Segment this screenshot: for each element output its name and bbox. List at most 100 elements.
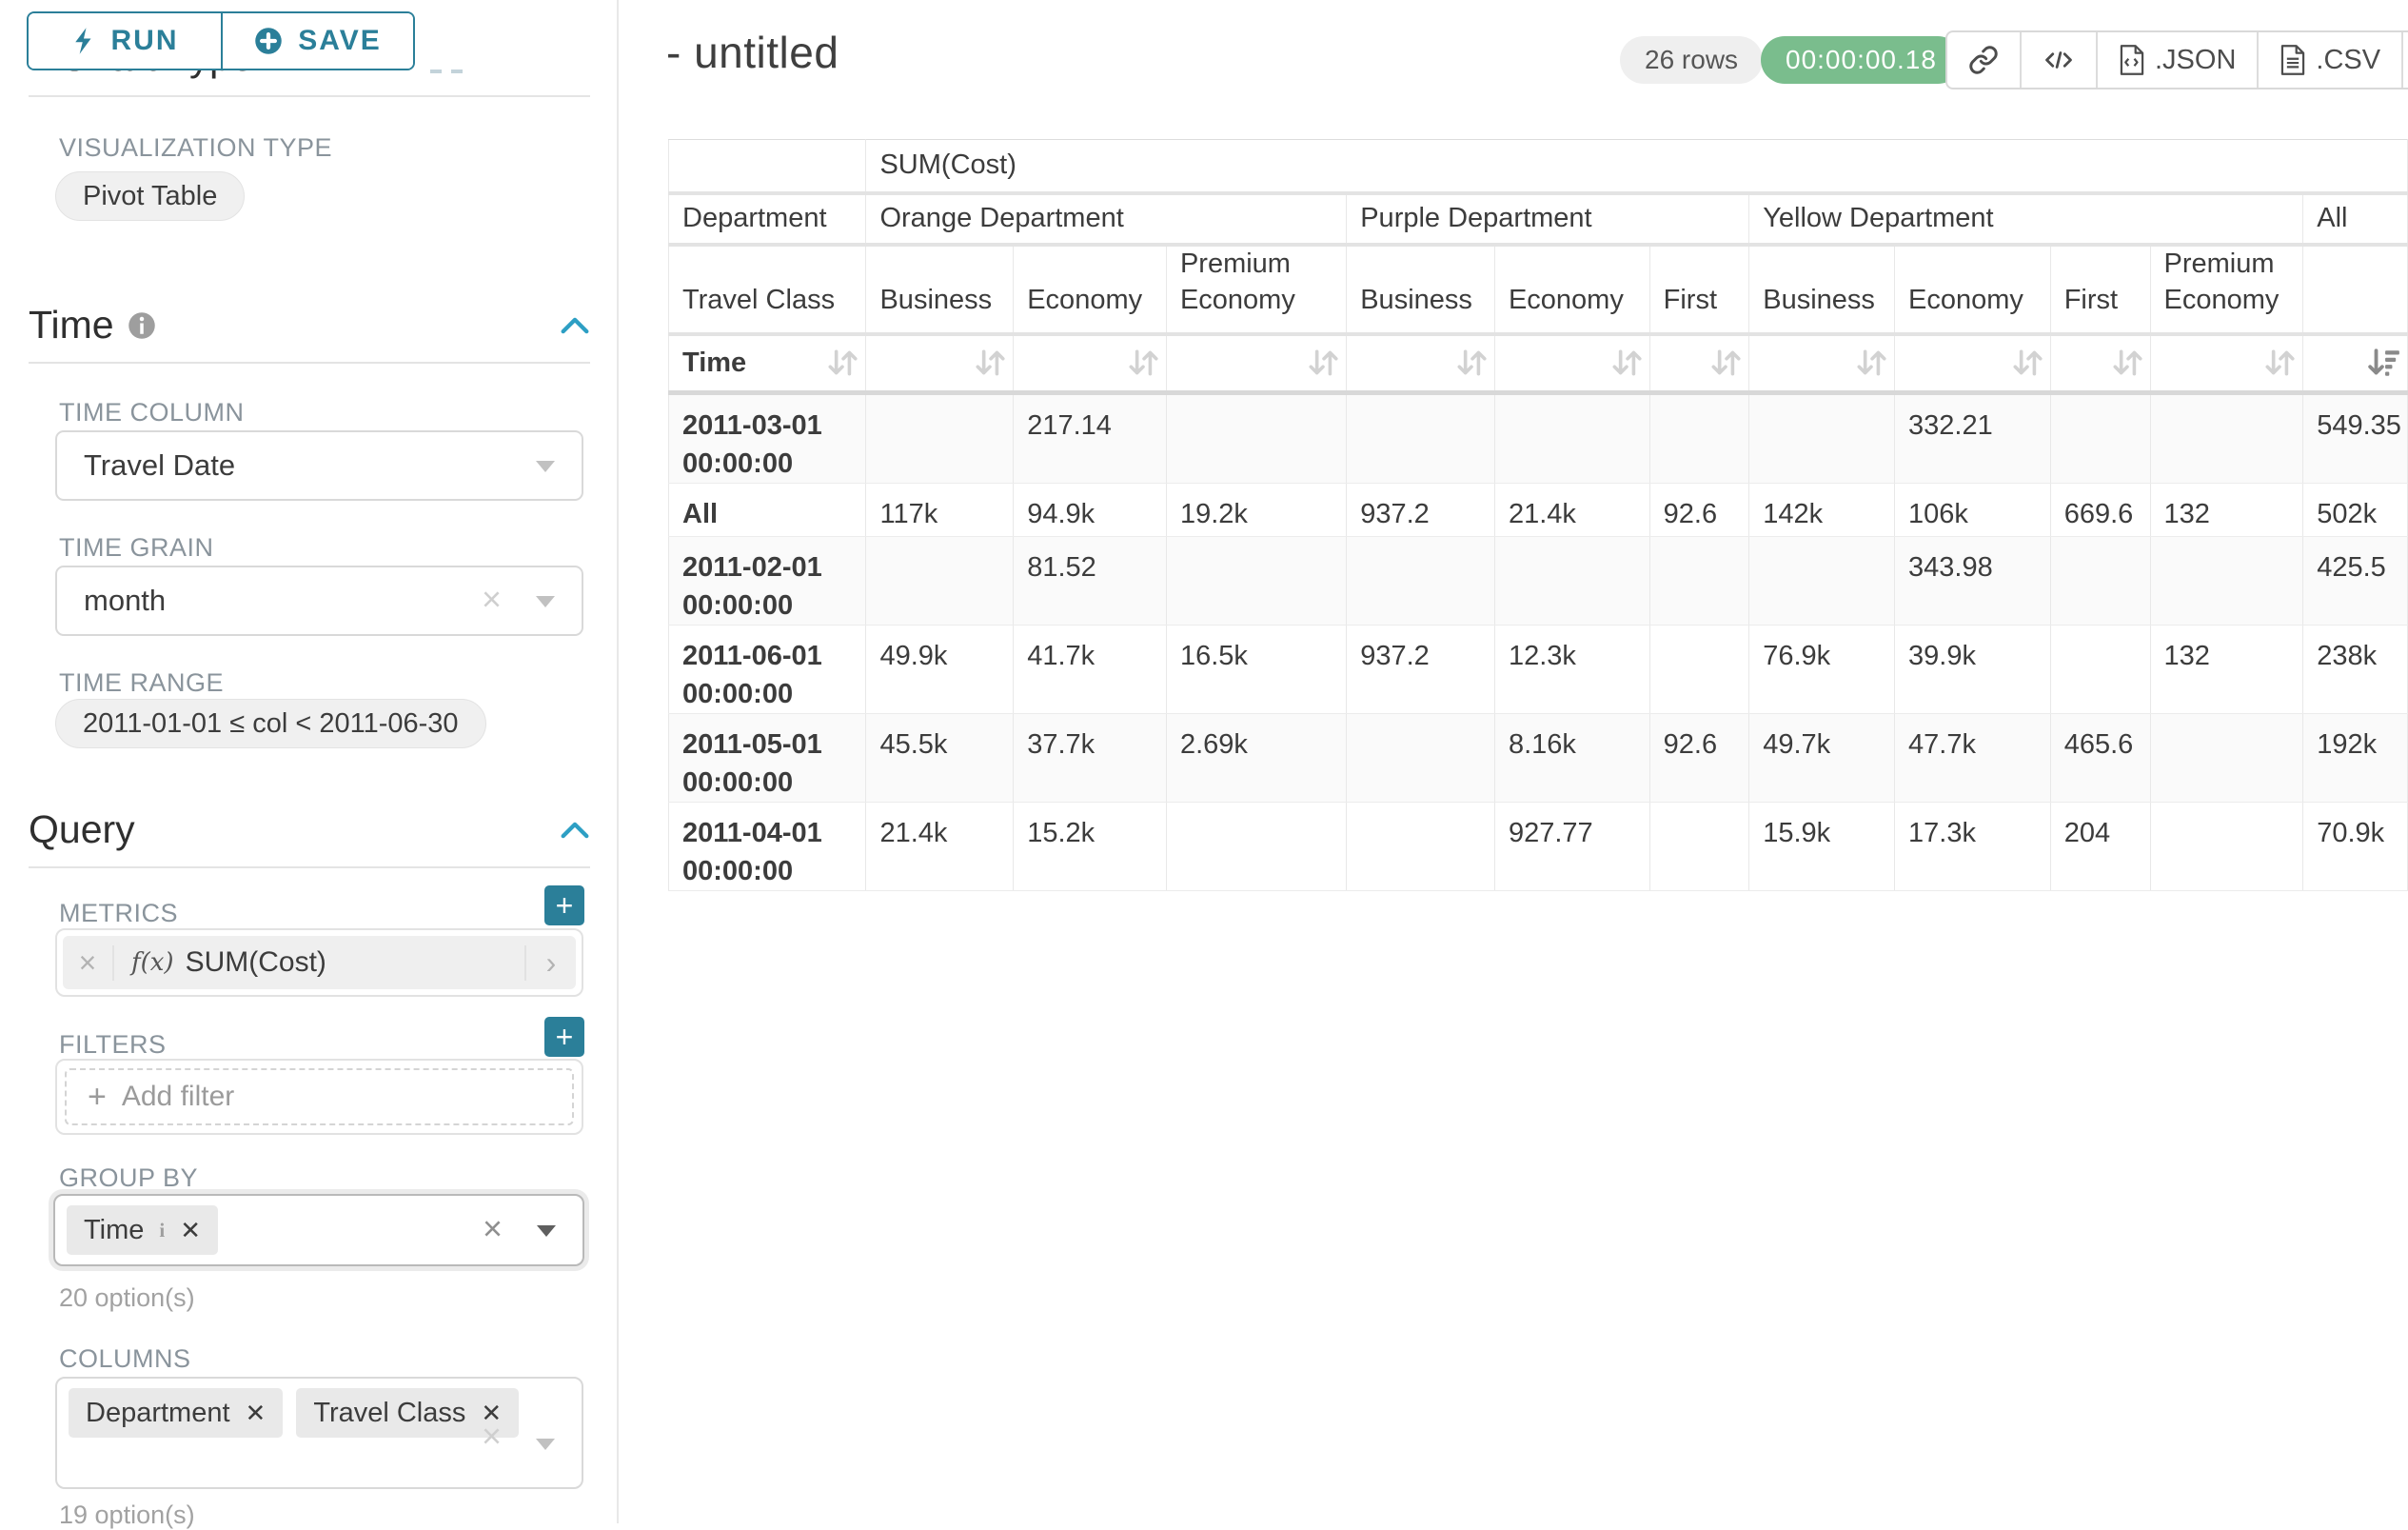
metric-pill[interactable]: × f(x) SUM(Cost) ›	[63, 936, 576, 989]
cell-value: 132	[2150, 626, 2303, 714]
viz-type-pill[interactable]: Pivot Table	[55, 171, 245, 221]
copy-link-button[interactable]	[1947, 32, 2020, 88]
chart-title[interactable]: - untitled	[666, 27, 839, 78]
department-header: Purple Department	[1347, 193, 1749, 245]
cell-value	[866, 537, 1014, 626]
group-by-label: GROUP BY	[59, 1163, 198, 1193]
export-csv-button[interactable]: .CSV	[2257, 32, 2401, 88]
section-divider	[29, 866, 590, 868]
sort-icon[interactable]	[1306, 348, 1340, 378]
cell-value	[1494, 393, 1649, 484]
cell-value: 41.7k	[1014, 626, 1167, 714]
cell-value	[866, 393, 1014, 484]
group-by-select[interactable]: Timei ✕ ×	[53, 1194, 584, 1266]
chip-label: Time	[84, 1215, 144, 1246]
chevron-right-icon[interactable]: ›	[524, 945, 576, 981]
collapse-chevron-icon[interactable]	[560, 316, 590, 335]
cell-value: 549.35	[2303, 393, 2408, 484]
viz-type-label: VISUALIZATION TYPE	[59, 133, 332, 163]
selected-option-chip[interactable]: Department✕	[69, 1388, 283, 1438]
info-icon: i	[159, 1219, 165, 1242]
cell-value	[1347, 803, 1495, 891]
selected-option-chip[interactable]: Timei ✕	[67, 1205, 218, 1255]
cell-value: 70.9k	[2303, 803, 2408, 891]
columns-select[interactable]: Department✕ Travel Class ✕ ×	[55, 1377, 583, 1489]
filters-box: + Add filter	[55, 1059, 583, 1135]
export-json-button[interactable]: .JSON	[2096, 32, 2257, 88]
department-axis-label: Department	[669, 193, 866, 245]
function-icon: f(x)	[131, 948, 174, 977]
cell-value	[1649, 537, 1749, 626]
column-sort-header	[1895, 334, 2051, 393]
cell-value: 92.6	[1649, 484, 1749, 537]
sort-icon[interactable]	[1126, 348, 1160, 378]
cell-value	[1494, 537, 1649, 626]
time-range-pill[interactable]: 2011-01-01 ≤ col < 2011-06-30	[55, 699, 486, 748]
remove-chip-icon[interactable]: ✕	[180, 1216, 201, 1245]
cell-value: 45.5k	[866, 714, 1014, 803]
cell-value: 17.3k	[1895, 803, 2051, 891]
sort-icon[interactable]	[2010, 348, 2044, 378]
section-divider	[29, 362, 590, 364]
add-metric-button[interactable]: +	[544, 885, 584, 925]
sort-icon[interactable]	[1609, 348, 1644, 378]
cell-value	[2150, 537, 2303, 626]
menu-button[interactable]	[2401, 32, 2408, 88]
remove-chip-icon[interactable]: ✕	[246, 1399, 266, 1428]
department-header: Yellow Department	[1749, 193, 2303, 245]
cell-value: 15.9k	[1749, 803, 1895, 891]
query-timer-badge: 00:00:00.18	[1761, 36, 1962, 84]
chip-label: Travel Class	[313, 1398, 465, 1429]
column-sort-header	[1749, 334, 1895, 393]
travel-class-header: Premium Economy	[2150, 245, 2303, 334]
embed-code-button[interactable]	[2020, 32, 2096, 88]
sort-icon[interactable]	[1854, 348, 1888, 378]
cell-value: 19.2k	[1166, 484, 1346, 537]
table-row: 2011-03-01 00:00:00217.14332.21549.35	[669, 393, 2408, 484]
clear-icon[interactable]: ×	[482, 1420, 502, 1454]
travel-class-header: Economy	[1494, 245, 1649, 334]
table-row: 2011-04-01 00:00:0021.4k15.2k927.7715.9k…	[669, 803, 2408, 891]
sort-descending-icon[interactable]	[2367, 348, 2401, 378]
add-filter-button[interactable]: + Add filter	[65, 1068, 574, 1125]
sort-icon[interactable]	[1454, 348, 1489, 378]
add-filter-plus-button[interactable]: +	[544, 1017, 584, 1057]
column-sort-header	[1649, 334, 1749, 393]
cell-value	[2150, 393, 2303, 484]
save-button[interactable]: SAVE	[221, 13, 413, 69]
time-grain-select[interactable]: month ×	[55, 566, 583, 636]
sort-icon[interactable]	[2262, 348, 2297, 378]
table-row: All117k94.9k19.2k937.221.4k92.6142k106k6…	[669, 484, 2408, 537]
export-csv-label: .CSV	[2316, 45, 2380, 76]
column-sort-header	[2150, 334, 2303, 393]
sort-icon[interactable]	[2110, 348, 2144, 378]
cell-value: 425.5	[2303, 537, 2408, 626]
cell-value: 465.6	[2050, 714, 2150, 803]
row-label: 2011-04-01 00:00:00	[669, 803, 866, 891]
chevron-down-icon	[536, 461, 555, 472]
sort-icon[interactable]	[973, 348, 1007, 378]
sort-icon[interactable]	[825, 348, 859, 378]
run-button-label: RUN	[111, 25, 179, 57]
remove-metric-icon[interactable]: ×	[63, 945, 114, 981]
collapse-chevron-icon[interactable]	[560, 821, 590, 840]
row-count-badge: 26 rows	[1620, 36, 1763, 84]
cell-value: 92.6	[1649, 714, 1749, 803]
cell-value: 21.4k	[1494, 484, 1649, 537]
time-column-select[interactable]: Travel Date	[55, 430, 583, 501]
cell-value: 76.9k	[1749, 626, 1895, 714]
cell-value: 16.5k	[1166, 626, 1346, 714]
clear-icon[interactable]: ×	[483, 1212, 503, 1246]
cell-value: 937.2	[1347, 484, 1495, 537]
cell-value: 94.9k	[1014, 484, 1167, 537]
column-sort-header	[2050, 334, 2150, 393]
control-panel: Chart Type RUN SAVE VISUALIZATION TYPE P…	[0, 0, 619, 1523]
travel-class-header: Business	[1749, 245, 1895, 334]
department-header: Orange Department	[866, 193, 1347, 245]
clear-icon[interactable]: ×	[482, 583, 502, 617]
sort-icon[interactable]	[1708, 348, 1743, 378]
cell-value: 12.3k	[1494, 626, 1649, 714]
cell-value: 8.16k	[1494, 714, 1649, 803]
run-button[interactable]: RUN	[29, 13, 221, 69]
cell-value	[1166, 537, 1346, 626]
